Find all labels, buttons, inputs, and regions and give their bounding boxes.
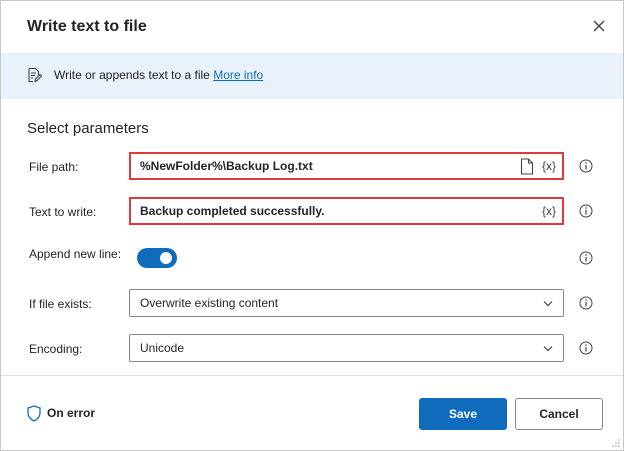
- file-icon[interactable]: [520, 158, 534, 175]
- chevron-down-icon: [543, 346, 553, 352]
- append-new-line-toggle[interactable]: [137, 248, 177, 268]
- shield-icon: [27, 405, 41, 422]
- file-path-info-icon[interactable]: [579, 159, 593, 173]
- file-path-input[interactable]: %NewFolder%\Backup Log.txt {x}: [129, 152, 564, 180]
- toggle-knob: [160, 252, 172, 264]
- info-text: Write or appends text to a file More inf…: [54, 68, 263, 82]
- file-path-variable-button[interactable]: {x}: [542, 159, 556, 173]
- append-new-line-label: Append new line:: [29, 247, 122, 261]
- write-text-dialog: Write text to file Write or appends text…: [0, 0, 624, 451]
- info-bar: Write or appends text to a file More inf…: [1, 53, 623, 99]
- if-file-exists-label: If file exists:: [29, 297, 92, 311]
- close-icon[interactable]: [590, 17, 608, 35]
- text-to-write-info-icon[interactable]: [579, 204, 593, 218]
- cancel-button[interactable]: Cancel: [515, 398, 603, 430]
- info-description: Write or appends text to a file: [54, 68, 210, 82]
- footer-divider: [1, 375, 623, 376]
- chevron-down-icon: [543, 301, 553, 307]
- edit-document-icon: [28, 67, 42, 83]
- encoding-dropdown[interactable]: Unicode: [129, 334, 564, 362]
- dialog-title: Write text to file: [27, 18, 147, 35]
- on-error-label: On error: [47, 406, 96, 420]
- save-button[interactable]: Save: [419, 398, 507, 430]
- encoding-label: Encoding:: [29, 342, 83, 356]
- dialog-header: Write text to file: [1, 1, 623, 53]
- if-file-exists-dropdown[interactable]: Overwrite existing content: [129, 289, 564, 317]
- if-file-exists-selected: Overwrite existing content: [140, 296, 279, 310]
- encoding-info-icon[interactable]: [579, 341, 593, 355]
- text-to-write-variable-button[interactable]: {x}: [542, 204, 556, 218]
- if-file-exists-info-icon[interactable]: [579, 296, 593, 310]
- text-to-write-value: Backup completed successfully.: [140, 204, 325, 218]
- encoding-selected: Unicode: [140, 341, 185, 355]
- resize-grip-icon[interactable]: [611, 438, 621, 448]
- more-info-link[interactable]: More info: [213, 68, 263, 82]
- file-path-value: %NewFolder%\Backup Log.txt: [140, 159, 313, 173]
- file-path-label: File path:: [29, 160, 79, 174]
- text-to-write-input[interactable]: Backup completed successfully. {x}: [129, 197, 564, 225]
- append-new-line-info-icon[interactable]: [579, 251, 593, 265]
- section-title: Select parameters: [27, 120, 149, 137]
- text-to-write-label: Text to write:: [29, 205, 97, 219]
